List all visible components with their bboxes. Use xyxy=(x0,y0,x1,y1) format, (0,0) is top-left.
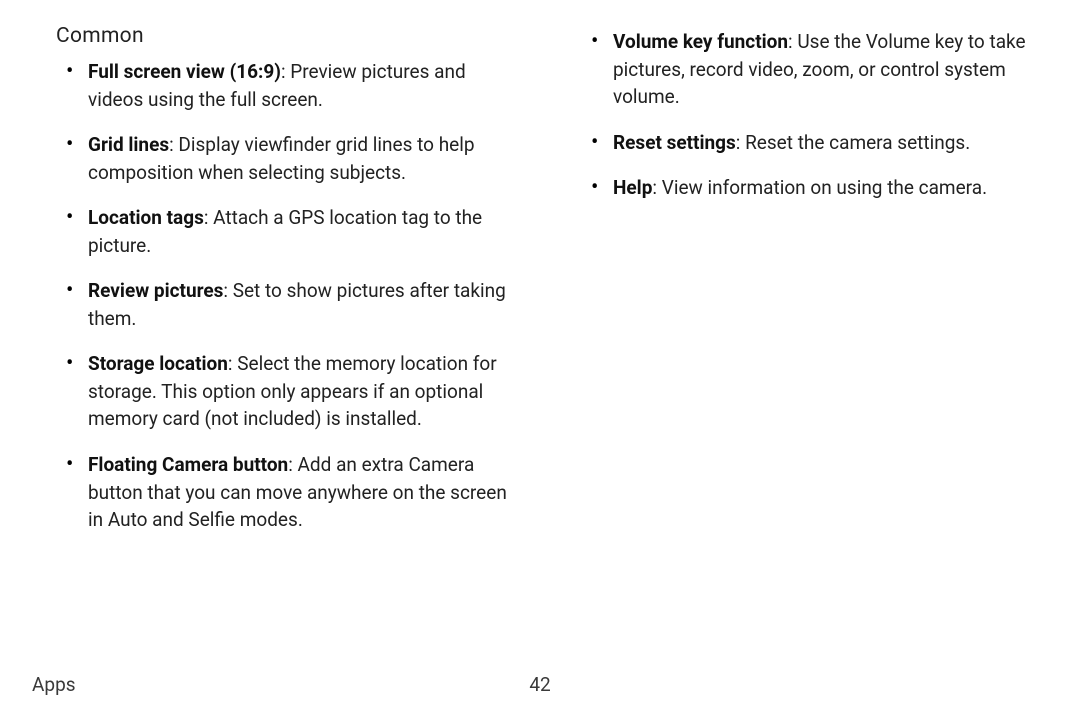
item-term: Grid lines xyxy=(88,133,169,156)
right-column: Volume key function: Use the Volume key … xyxy=(581,24,1042,552)
list-item: Grid lines: Display viewfinder grid line… xyxy=(56,131,517,186)
footer-page-number: 42 xyxy=(529,673,550,696)
list-item: Help: View information on using the came… xyxy=(581,174,1042,202)
item-term: Reset settings xyxy=(613,131,736,154)
list-item: Storage location: Select the memory loca… xyxy=(56,350,517,433)
manual-page: Common Full screen view (16:9): Preview … xyxy=(0,0,1080,720)
footer-section-label: Apps xyxy=(32,673,76,696)
list-item: Location tags: Attach a GPS location tag… xyxy=(56,204,517,259)
item-desc: : Reset the camera settings. xyxy=(736,131,970,154)
list-item: Full screen view (16:9): Preview picture… xyxy=(56,58,517,113)
list-item: Reset settings: Reset the camera setting… xyxy=(581,129,1042,157)
content-columns: Common Full screen view (16:9): Preview … xyxy=(56,24,1042,552)
item-term: Floating Camera button xyxy=(88,453,288,476)
section-heading: Common xyxy=(56,24,517,48)
item-term: Full screen view (16:9) xyxy=(88,60,281,83)
list-item: Floating Camera button: Add an extra Cam… xyxy=(56,451,517,534)
item-term: Review pictures xyxy=(88,279,223,302)
left-column: Common Full screen view (16:9): Preview … xyxy=(56,24,517,552)
item-term: Volume key function xyxy=(613,30,788,53)
item-term: Location tags xyxy=(88,206,204,229)
item-desc: : View information on using the camera. xyxy=(652,176,987,199)
item-term: Help xyxy=(613,176,652,199)
item-term: Storage location xyxy=(88,352,228,375)
right-list: Volume key function: Use the Volume key … xyxy=(581,28,1042,202)
page-footer: Apps 42 xyxy=(32,673,1048,696)
list-item: Volume key function: Use the Volume key … xyxy=(581,28,1042,111)
list-item: Review pictures: Set to show pictures af… xyxy=(56,277,517,332)
left-list: Full screen view (16:9): Preview picture… xyxy=(56,58,517,534)
